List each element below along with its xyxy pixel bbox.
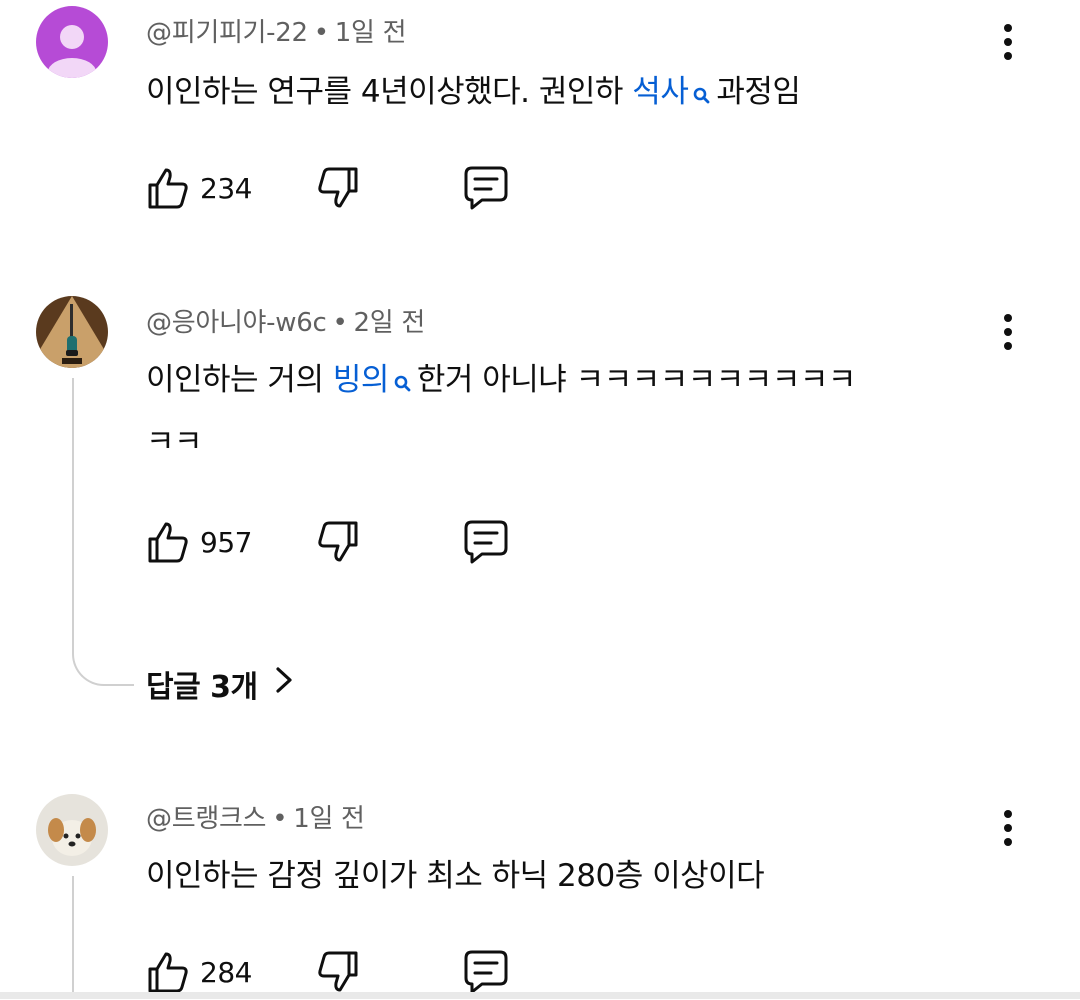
like-count: 234 [200,171,252,205]
avatar[interactable] [36,6,108,78]
bottom-divider [0,992,1080,999]
thumbs-up-icon [142,163,192,213]
comment-author[interactable]: @트랭크스 [146,804,266,834]
reply-button[interactable] [460,514,512,570]
avatar[interactable] [36,296,108,368]
more-options-icon[interactable] [990,800,1026,856]
more-options-icon[interactable] [990,14,1026,70]
comment-actions: 957 [142,514,542,570]
search-link[interactable]: 빙의 [333,362,390,398]
thread-line [72,876,74,996]
comment-text-line-2: ㅋㅋ [146,424,203,460]
search-icon [692,66,712,126]
chevron-right-icon [274,665,294,703]
comment-meta: @응아니야-w6c • 2일 전 [146,302,425,339]
comment-icon [460,516,512,568]
comment-author[interactable]: @응아니야-w6c [146,308,327,338]
separator-dot: • [313,18,329,48]
dislike-button[interactable] [314,514,364,570]
like-count: 957 [200,525,252,559]
comment-time: 1일 전 [334,18,407,48]
comment-icon [460,946,512,998]
like-button[interactable]: 957 [142,514,252,570]
thumbs-down-icon [314,947,364,997]
comment-icon [460,162,512,214]
comment-text: 이인하는 거의 빙의 한거 아니냐 ㅋㅋㅋㅋㅋㅋㅋㅋㅋㅋ [146,350,856,414]
separator-dot: • [272,804,288,834]
replies-label: 답글 3개 [146,670,258,705]
thumbs-down-icon [314,517,364,567]
thumbs-down-icon [314,163,364,213]
search-icon [393,354,413,414]
separator-dot: • [332,308,348,338]
search-link[interactable]: 석사 [632,74,689,110]
comment-meta: @트랭크스 • 1일 전 [146,798,365,835]
thumbs-up-icon [142,947,192,997]
avatar[interactable] [36,794,108,866]
comment-meta: @피기피기-22 • 1일 전 [146,12,407,49]
thread-line [72,378,134,686]
thumbs-up-icon [142,517,192,567]
more-options-icon[interactable] [990,304,1026,360]
comment-author[interactable]: @피기피기-22 [146,18,308,48]
view-replies-button[interactable]: 답글 3개 [146,662,294,706]
like-count: 284 [200,955,252,989]
reply-button[interactable] [460,160,512,216]
dislike-button[interactable] [314,160,364,216]
comment-text: 이인하는 감정 깊이가 최소 하닉 280층 이상이다 [146,858,765,894]
comment-time: 1일 전 [293,804,365,834]
comment-text: 이인하는 연구를 4년이상했다. 권인하 석사 과정임 [146,62,801,126]
comment-actions: 234 [142,160,542,216]
like-button[interactable]: 234 [142,160,252,216]
comment-time: 2일 전 [353,308,426,338]
